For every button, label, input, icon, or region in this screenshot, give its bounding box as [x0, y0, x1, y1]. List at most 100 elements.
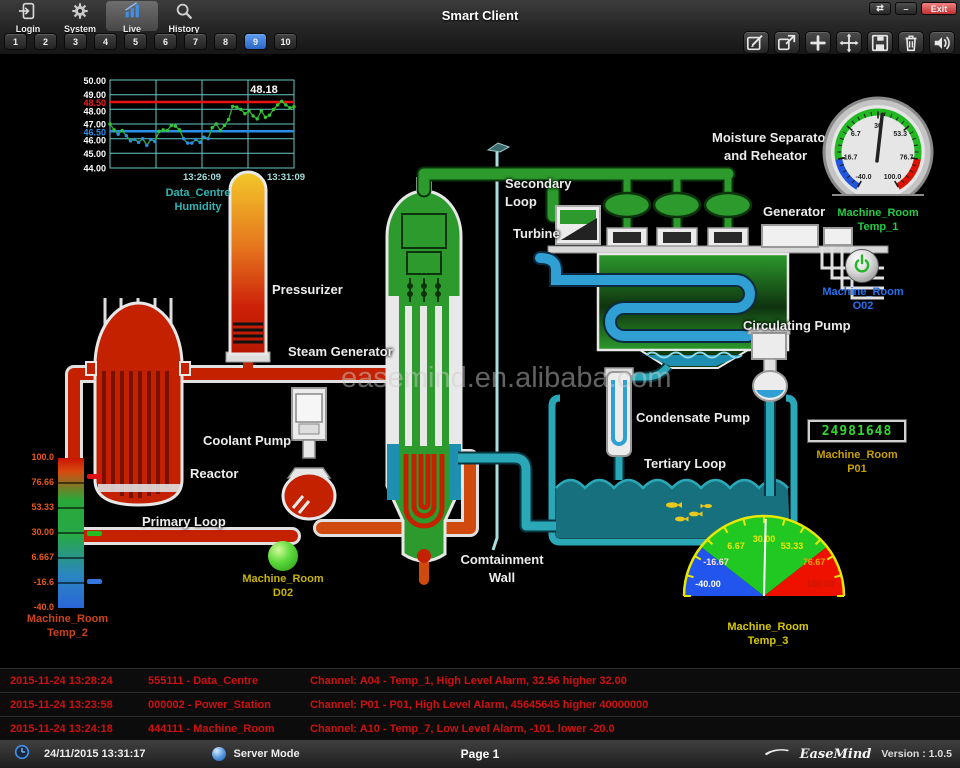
login-door-icon: [18, 1, 38, 26]
alarm-row-1[interactable]: 2015-11-24 13:28:24 555111 - Data_Centre…: [0, 668, 960, 692]
svg-text:53.3: 53.3: [893, 131, 907, 138]
svg-text:46.00: 46.00: [83, 136, 106, 146]
save-icon[interactable]: [867, 31, 893, 54]
trend-title: Data_Centre Humidity: [166, 187, 231, 213]
alarm-message: Channel: A04 - Temp_1, High Level Alarm,…: [310, 675, 960, 687]
label-coolant-pump: Coolant Pump: [203, 433, 291, 448]
label-primary-loop: Primary Loop: [142, 514, 226, 529]
bar-tick-6: 6.667: [14, 552, 54, 562]
nav-live[interactable]: Live: [106, 1, 158, 31]
svg-text:13:31:09: 13:31:09: [267, 172, 305, 183]
power-switch-o02[interactable]: [845, 249, 879, 283]
page-button-4[interactable]: 4: [94, 33, 117, 50]
edit-icon[interactable]: [743, 31, 769, 54]
alarm-source: 000002 - Power_Station: [148, 699, 310, 711]
svg-text:6.67: 6.67: [727, 541, 745, 551]
bar-divider: [58, 557, 84, 559]
temp2-bar-label: Machine_Room Temp_2: [0, 612, 135, 640]
svg-text:76.67: 76.67: [803, 557, 826, 567]
delete-icon[interactable]: [898, 31, 924, 54]
alarm-source: 444111 - Machine_Room: [148, 723, 310, 735]
svg-text:-16.67: -16.67: [703, 557, 729, 567]
gear-icon: [70, 1, 90, 26]
page-button-10[interactable]: 10: [274, 33, 297, 50]
minimize-icon[interactable]: –: [895, 2, 917, 15]
alarm-time: 2015-11-24 13:23:58: [0, 699, 148, 711]
bar-divider: [58, 482, 84, 484]
svg-text:44.00: 44.00: [83, 164, 106, 174]
svg-text:-16.7: -16.7: [841, 155, 857, 162]
svg-text:50.00: 50.00: [83, 76, 106, 86]
svg-text:13:26:09: 13:26:09: [183, 172, 221, 183]
page-button-2[interactable]: 2: [34, 33, 57, 50]
page-button-9[interactable]: 9: [244, 33, 267, 50]
alarm-source: 555111 - Data_Centre: [148, 675, 310, 687]
bar-divider: [58, 532, 84, 534]
nav-login[interactable]: Login: [2, 1, 54, 31]
temp2-label-line1: Machine_Room: [0, 612, 135, 626]
page-button-3[interactable]: 3: [64, 33, 87, 50]
bar-tick-m16: -16.6: [14, 577, 54, 587]
bar-divider: [58, 507, 84, 509]
alarm-row-3[interactable]: 2015-11-24 13:24:18 444111 - Machine_Roo…: [0, 716, 960, 740]
bar-chart-icon: [122, 1, 142, 26]
p01-label-line1: Machine_Room: [798, 448, 916, 462]
humidity-trend-chart: 50.00 49.00 48.50 48.00 47.00 46.50 46.0…: [68, 76, 318, 221]
temp3-gauge-label: Machine_Room Temp_3: [698, 620, 838, 648]
bar-marker-low: [87, 579, 102, 584]
svg-text:45.00: 45.00: [83, 149, 106, 159]
digital-value: 24981648: [822, 424, 893, 439]
alarm-time: 2015-11-24 13:28:24: [0, 675, 148, 687]
svg-text:Humidity: Humidity: [174, 201, 222, 213]
temp2-label-line2: Temp_2: [0, 626, 135, 640]
export-icon[interactable]: [774, 31, 800, 54]
svg-text:Data_Centre: Data_Centre: [166, 187, 231, 199]
smart-client-window: Login System Live History Smar: [0, 0, 960, 768]
d02-label-line1: Machine_Room: [228, 572, 338, 586]
svg-text:100.00: 100.00: [806, 579, 834, 589]
svg-text:-40.00: -40.00: [695, 579, 721, 589]
label-circulating-pump: Circulating Pump: [743, 318, 851, 333]
alarm-message: Channel: P01 - P01, High Level Alarm, 45…: [310, 699, 960, 711]
add-icon[interactable]: [805, 31, 831, 54]
status-mode: Server Mode: [234, 748, 300, 760]
app-title: Smart Client: [442, 8, 519, 23]
status-datetime: 24/11/2015 13:31:17: [44, 748, 146, 760]
nav-system[interactable]: System: [54, 1, 106, 31]
alarm-row-2[interactable]: 2015-11-24 13:23:58 000002 - Power_Stati…: [0, 692, 960, 716]
refresh-icon[interactable]: ⇄: [869, 2, 891, 15]
o02-label-line2: O02: [804, 299, 922, 313]
speaker-icon[interactable]: [929, 31, 955, 54]
label-condensate-pump: Condensate Pump: [636, 410, 750, 425]
magnifier-icon: [174, 1, 194, 26]
p01-label-line2: P01: [798, 462, 916, 476]
page-button-6[interactable]: 6: [154, 33, 177, 50]
bar-tick-76: 76.66: [14, 477, 54, 487]
svg-text:30.00: 30.00: [753, 534, 776, 544]
label-pressurizer: Pressurizer: [272, 282, 343, 297]
nav-history[interactable]: History: [158, 1, 210, 31]
page-button-7[interactable]: 7: [184, 33, 207, 50]
clock-icon: [14, 744, 30, 765]
page-button-1[interactable]: 1: [4, 33, 27, 50]
toolbar-actions: [743, 31, 955, 54]
page-button-5[interactable]: 5: [124, 33, 147, 50]
move-icon[interactable]: [836, 31, 862, 54]
page-button-8[interactable]: 8: [214, 33, 237, 50]
temp3-semi-gauge: -40.00 -16.67 6.67 30.00 53.33 76.67 100…: [678, 508, 854, 608]
bar-tick-30: 30.00: [14, 527, 54, 537]
trend-current-value: 48.18: [250, 84, 278, 96]
trend-x-axis: 13:26:09 13:31:09: [183, 172, 305, 183]
digital-display-label: Machine_Room P01: [798, 448, 916, 476]
alarm-message: Channel: A10 - Temp_7, Low Level Alarm, …: [310, 723, 960, 735]
label-secondary-loop-2: Loop: [505, 194, 537, 209]
temp1-label-line1: Machine_Room: [818, 206, 938, 220]
status-bar: 24/11/2015 13:31:17 Server Mode Page 1 E…: [0, 740, 960, 768]
label-steam-generator: Steam Generator: [288, 344, 393, 359]
temp1-gauge-label: Machine_Room Temp_1: [818, 206, 938, 234]
exit-button[interactable]: Exit: [921, 2, 957, 15]
alarm-time: 2015-11-24 13:24:18: [0, 723, 148, 735]
moisture-separators: [604, 193, 751, 217]
bar-marker-high: [87, 474, 102, 479]
server-mode-icon: [212, 747, 226, 761]
